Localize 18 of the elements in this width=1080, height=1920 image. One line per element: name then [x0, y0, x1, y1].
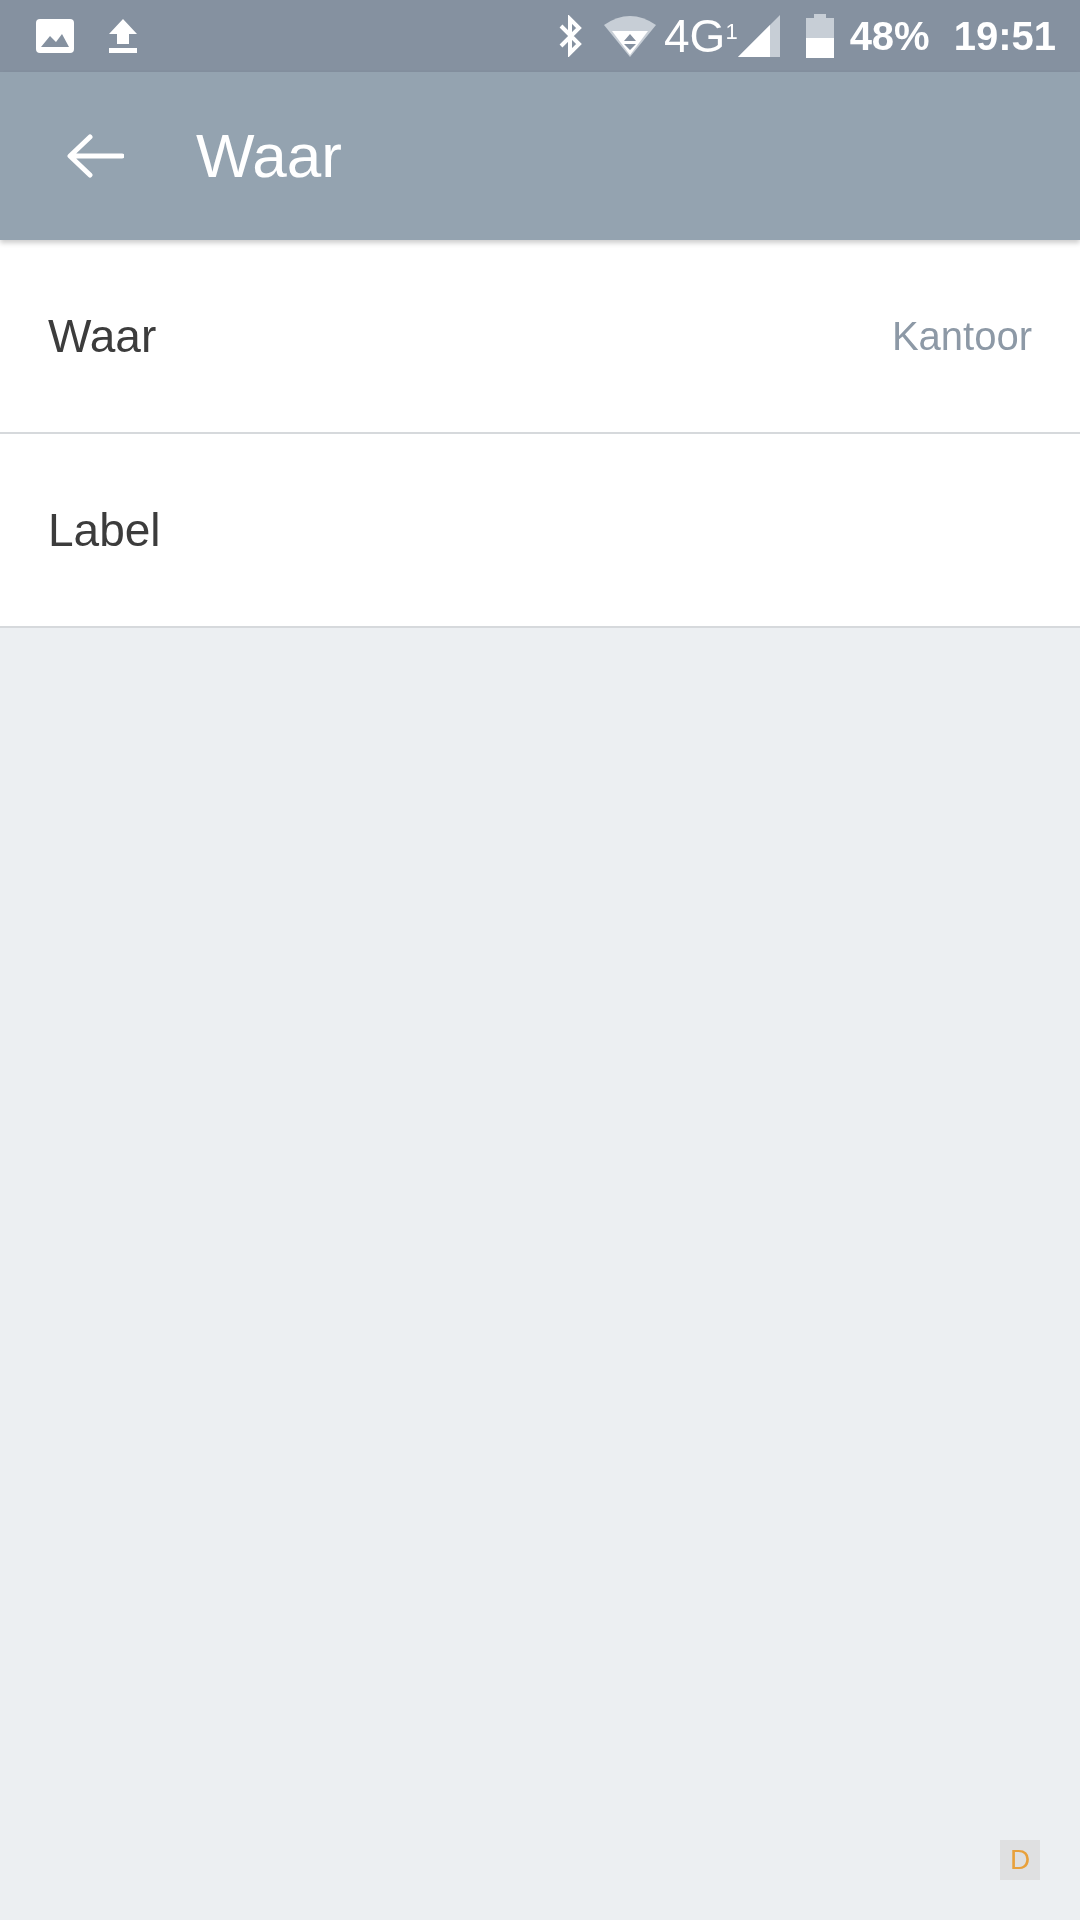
- wifi-icon: [604, 15, 656, 57]
- upload-icon: [108, 19, 138, 53]
- screen-title: Waar: [196, 125, 342, 187]
- row-label: Waar: [48, 308, 157, 364]
- image-icon: [36, 19, 74, 53]
- sim-number: 1: [725, 21, 738, 43]
- battery-icon: [805, 14, 834, 58]
- row-value: Kantoor: [891, 313, 1032, 360]
- bluetooth-icon: [558, 15, 584, 57]
- battery-percent: 48%: [849, 16, 930, 56]
- debug-badge: D: [1000, 1840, 1040, 1880]
- list-row[interactable]: Label: [0, 434, 1080, 628]
- list-row[interactable]: Waar Kantoor: [0, 240, 1080, 434]
- network-type: 4G: [664, 13, 726, 59]
- clock: 19:51: [953, 16, 1056, 56]
- row-label: Label: [48, 502, 161, 558]
- signal-icon: [737, 15, 780, 57]
- back-button[interactable]: [66, 134, 124, 178]
